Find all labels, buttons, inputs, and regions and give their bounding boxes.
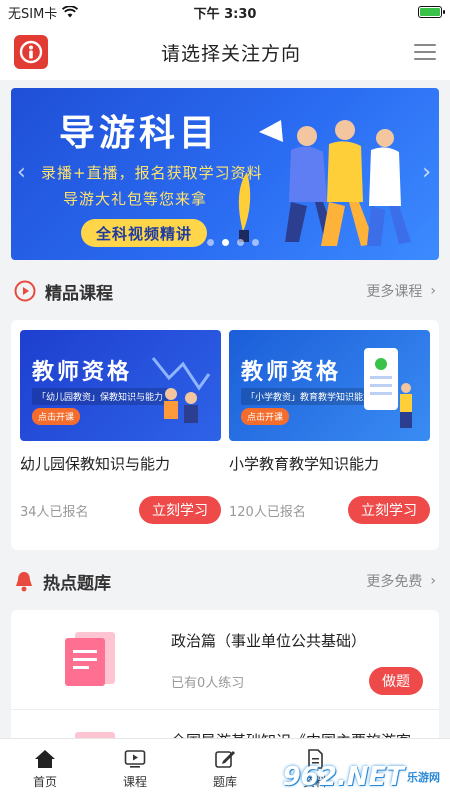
tab-home[interactable]: 首页 [0,739,90,800]
banner-line2: 导游大礼包等您来拿 [63,190,208,208]
wifi-icon [62,6,79,18]
status-left: 无SIM卡 [8,3,79,22]
banner-cta[interactable]: 全科视频精讲 [81,219,207,247]
quiz-body: 政治篇（事业单位公共基础） 已有0人练习 做题 [171,628,423,709]
carousel-dot[interactable] [237,239,244,246]
app-logo[interactable] [14,35,48,69]
quiz-section-left: 热点题库 [14,569,111,594]
promo-banner[interactable]: 导游科目 录播+直播，报名获取学习资料 导游大礼包等您来拿 全科视频精讲 ‹ › [11,88,439,260]
watermark-sub: 乐游网 [407,771,440,784]
video-icon [124,750,146,768]
more-courses-label: 更多课程 [366,284,423,300]
more-courses-link[interactable]: 更多课程 › [366,281,436,301]
carousel-dot[interactable] [252,239,259,246]
courses-card: 教师资格 「幼儿园教资」保教知识与能力 点击开课 幼儿园保教知识与能力 34人已… [11,320,439,550]
course-footer: 34人已报名 立刻学习 [20,496,221,524]
banner-title: 导游科目 [59,113,220,154]
quiz-section-title: 热点题库 [43,573,111,594]
home-icon [35,750,55,768]
menu-icon[interactable] [413,44,436,60]
banner-next-icon[interactable]: › [422,160,431,185]
thumb-subtitle: 「幼儿园教资」保教知识与能力 [32,388,169,405]
teacher-illustration [151,357,211,423]
thumb-title: 教师资格 [241,360,342,385]
logo-icon [19,40,43,64]
quiz-footer: 已有0人练习 做题 [171,667,423,695]
people-illustration [238,120,411,246]
page-title[interactable]: 请选择关注方向 [161,39,301,66]
course-footer: 120人已报名 立刻学习 [229,496,430,524]
document-stack-icon [65,632,115,686]
more-free-label: 更多免费 [366,574,423,590]
enroll-count: 34人已报名 [20,504,89,520]
thumb-tag: 点击开课 [241,408,290,425]
courses-section-title: 精品课程 [45,283,113,304]
bottom-tab-bar: 首页 课程 题库 资料 962.NET 乐游网 [0,738,450,800]
status-bar: 无SIM卡 下午 3:30 [0,0,450,24]
tab-courses[interactable]: 课程 [90,739,180,800]
play-circle-icon [14,280,36,302]
tab-label: 课程 [122,775,147,789]
courses-section-left: 精品课程 [14,279,113,304]
bell-icon [16,572,32,592]
tab-label: 首页 [32,775,57,789]
thumb-title: 教师资格 [32,360,133,385]
do-quiz-button[interactable]: 做题 [369,667,423,695]
course-thumbnail[interactable]: 教师资格 「小学教资」教育教学知识能力 点击开课 [229,330,430,441]
battery-icon [418,6,445,18]
quiz-title[interactable]: 政治篇（事业单位公共基础） [171,630,423,651]
carousel-dot[interactable] [222,239,229,246]
banner-prev-icon[interactable]: ‹ [17,160,26,185]
course-item-kindergarten[interactable]: 教师资格 「幼儿园教资」保教知识与能力 点击开课 幼儿园保教知识与能力 34人已… [20,330,221,540]
more-free-link[interactable]: 更多免费 › [366,571,436,591]
courses-section-header: 精品课程 更多课程 › [0,270,450,312]
enroll-count: 120人已报名 [229,504,306,520]
carousel-dots[interactable] [207,239,259,246]
study-now-button[interactable]: 立刻学习 [139,496,221,524]
chevron-right-icon: › [430,573,436,589]
site-watermark: 962.NET 乐游网 [283,762,440,792]
course-item-primary[interactable]: 教师资格 「小学教资」教育教学知识能力 点击开课 小学教育教学知识能力 120人… [229,330,430,540]
course-thumbnail[interactable]: 教师资格 「幼儿园教资」保教知识与能力 点击开课 [20,330,221,441]
nav-bar: 请选择关注方向 [0,24,450,80]
tab-question-bank[interactable]: 题库 [180,739,270,800]
study-now-button[interactable]: 立刻学习 [348,496,430,524]
tab-label: 题库 [212,775,237,789]
practice-count: 已有0人练习 [171,675,245,691]
thumb-subtitle: 「小学教资」教育教学知识能力 [241,388,378,405]
quiz-item[interactable]: 政治篇（事业单位公共基础） 已有0人练习 做题 [11,610,439,710]
chevron-right-icon: › [430,283,436,299]
carrier-label: 无SIM卡 [8,6,58,22]
watermark-text: 962.NET [282,762,404,792]
edit-icon [215,751,235,768]
phone-illustration [364,348,412,428]
thumb-tag: 点击开课 [32,408,81,425]
quiz-section-header: 热点题库 更多免费 › [0,560,450,602]
carousel-dot[interactable] [207,239,214,246]
course-name[interactable]: 幼儿园保教知识与能力 [20,453,221,474]
course-name[interactable]: 小学教育教学知识能力 [229,453,430,474]
